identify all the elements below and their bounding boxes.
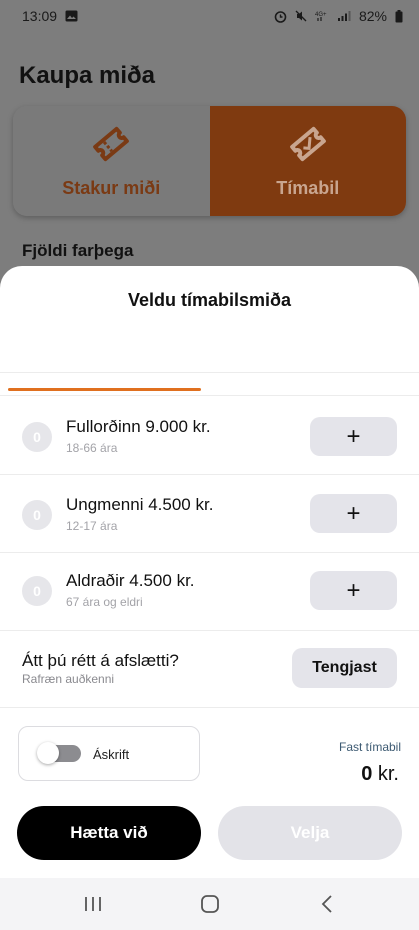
total-currency: kr.	[377, 763, 399, 785]
sheet-title: Veldu tímabilsmiða	[127, 290, 292, 310]
ticket-type-segment: Stakur miði Tímabil	[13, 106, 406, 216]
system-nav-bar	[0, 878, 419, 930]
recent-apps-button[interactable]	[63, 878, 123, 930]
divider	[0, 707, 419, 708]
add-senior-button[interactable]: +	[310, 571, 397, 610]
period-ticket-sheet: Veldu tímabilsmiða 0 Fullorðinn 9.000 kr…	[0, 266, 419, 878]
passenger-heading: Fjöldi farþega	[22, 241, 134, 260]
background-screen: 13:09 4G+ 82% Kaupa miða Stakur miði Tím…	[0, 0, 419, 300]
back-button[interactable]	[297, 878, 357, 930]
page-title: Kaupa miða	[19, 62, 156, 89]
passenger-row-senior: 0 Aldraðir 4.500 kr. 67 ára og eldri +	[0, 552, 419, 630]
passenger-title: Ungmenni 4.500 kr.	[66, 495, 214, 514]
home-button[interactable]	[180, 878, 240, 930]
total-amount: 0	[361, 763, 373, 785]
status-bar: 13:09 4G+ 82%	[0, 0, 419, 32]
segment-period-label: Tímabil	[276, 177, 340, 198]
back-icon	[321, 895, 332, 913]
passenger-age-range: 67 ára og eldri	[66, 595, 143, 609]
cancel-button[interactable]: Hætta við	[17, 806, 201, 860]
passenger-title: Aldraðir 4.500 kr.	[66, 571, 195, 590]
discount-subtitle: Rafræn auðkenni	[22, 672, 115, 686]
mute-icon	[295, 10, 307, 22]
quantity-badge: 0	[22, 500, 52, 530]
alarm-icon	[274, 10, 287, 23]
subscription-box: Áskrift	[18, 726, 200, 781]
segment-single-ticket[interactable]: Stakur miði	[13, 106, 210, 216]
add-youth-button[interactable]: +	[310, 494, 397, 533]
divider	[0, 372, 419, 373]
gallery-icon	[65, 10, 78, 22]
quantity-badge: 0	[22, 576, 52, 606]
passenger-row-adult: 0 Fullorðinn 9.000 kr. 18-66 ára +	[0, 396, 419, 474]
recent-apps-icon	[85, 897, 101, 911]
fixed-period-label: Fast tímabil	[338, 740, 401, 754]
segment-period-ticket[interactable]: Tímabil	[209, 106, 406, 216]
status-time: 13:09	[22, 8, 58, 24]
subscription-toggle[interactable]	[37, 742, 81, 764]
passenger-age-range: 12-17 ára	[66, 519, 118, 533]
subscription-label: Áskrift	[93, 747, 130, 762]
segment-single-label: Stakur miði	[62, 177, 161, 198]
discount-question: Átt þú rétt á afslætti?	[22, 651, 179, 670]
choose-button[interactable]: Velja	[218, 806, 402, 860]
passenger-title: Fullorðinn 9.000 kr.	[66, 417, 211, 436]
divider	[0, 630, 419, 631]
period-ticket-icon	[289, 126, 326, 161]
passenger-row-youth: 0 Ungmenni 4.500 kr. 12-17 ára +	[0, 474, 419, 552]
ticket-icon	[93, 126, 130, 161]
home-icon	[201, 895, 219, 913]
network-4g-icon: 4G+	[315, 12, 327, 21]
connect-button[interactable]: Tengjast	[292, 648, 397, 688]
quantity-badge: 0	[22, 422, 52, 452]
total-price: 0 kr.	[361, 763, 399, 786]
add-adult-button[interactable]: +	[310, 417, 397, 456]
toggle-knob	[37, 742, 59, 764]
passenger-age-range: 18-66 ára	[66, 441, 118, 455]
signal-icon	[337, 11, 351, 21]
battery-percent: 82%	[358, 8, 387, 24]
battery-icon	[395, 9, 403, 22]
tab-indicator	[8, 388, 201, 391]
